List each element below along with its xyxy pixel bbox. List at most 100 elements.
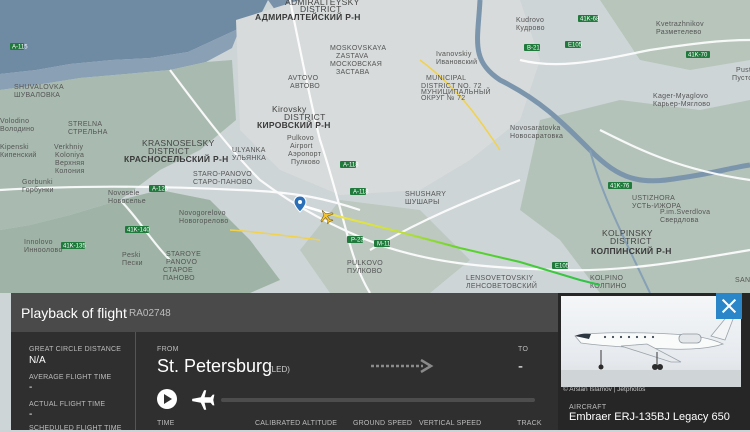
map-label: СТАРОЕ bbox=[163, 267, 193, 274]
map-label: КИРОВСКИЙ Р-Н bbox=[257, 119, 331, 130]
map-label: Аэропорт bbox=[288, 151, 322, 158]
map-label: Кипенский bbox=[0, 151, 37, 159]
map-label: AVTOVO bbox=[288, 75, 319, 82]
svg-text:E105: E105 bbox=[568, 43, 583, 49]
map-label: STRELNA bbox=[68, 121, 102, 128]
from-city: St. Petersburg bbox=[157, 356, 273, 376]
flight-stats: GREAT CIRCLE DISTANCE N/A AVERAGE FLIGHT… bbox=[11, 332, 136, 432]
map-label: Инноолово bbox=[24, 247, 63, 254]
map-label: Новоселье bbox=[108, 198, 146, 205]
map-label: ШУВАЛОВКА bbox=[14, 92, 60, 99]
map-label: Кудрово bbox=[516, 25, 545, 32]
gcd-label: GREAT CIRCLE DISTANCE bbox=[29, 346, 122, 353]
scheduled-time-label: SCHEDULED FLIGHT TIME bbox=[29, 425, 122, 432]
map-label: ОКРУГ № 72 bbox=[421, 95, 465, 102]
aircraft-photo[interactable] bbox=[561, 296, 741, 387]
map-label: LENSOVETOVSKIY bbox=[466, 275, 534, 282]
map-label: STARO-PANOVO bbox=[193, 171, 252, 178]
aircraft-type: Embraer ERJ-135BJ Legacy 650 bbox=[569, 411, 730, 423]
map-label: SHUSHARY bbox=[405, 191, 446, 198]
map-label: SHUVALOVKA bbox=[14, 84, 64, 91]
map-label: MOSKOVSKAYA bbox=[330, 45, 386, 52]
map-label: Volodino bbox=[0, 118, 29, 125]
map-label: ПУЛКОВО bbox=[347, 268, 383, 275]
map-label: Колония bbox=[55, 168, 85, 175]
map-label: УЛЬЯНКА bbox=[232, 155, 266, 162]
svg-text:A-120: A-120 bbox=[152, 187, 169, 193]
map-label: МОСКОВСКАЯ bbox=[330, 61, 382, 68]
map-label: SANT bbox=[735, 277, 750, 284]
map-label: Verkhniy bbox=[54, 144, 83, 151]
map-label: Pulkovo bbox=[287, 135, 314, 142]
play-button[interactable] bbox=[157, 389, 177, 409]
map-label: Kipenski bbox=[0, 144, 29, 151]
map-label: СТАРО-ПАНОВО bbox=[193, 179, 253, 186]
map-label: Koloniya bbox=[55, 152, 84, 159]
map-label: MUNICIPAL bbox=[426, 75, 466, 82]
map-label: Разметелево bbox=[656, 29, 702, 36]
to-value: - bbox=[518, 358, 523, 375]
to-label: TO bbox=[518, 346, 529, 353]
map-label: Новогорелово bbox=[179, 218, 229, 225]
map-label: АДМИРАЛТЕЙСКИЙ Р-Н bbox=[255, 11, 361, 22]
avg-time-label: AVERAGE FLIGHT TIME bbox=[29, 374, 112, 381]
map-label: Kager-Myaglovo bbox=[653, 93, 708, 100]
map-label: Свердлова bbox=[660, 217, 699, 224]
close-icon[interactable] bbox=[716, 293, 742, 319]
map-label: Ivanovskiy bbox=[436, 51, 472, 58]
aircraft-label: AIRCRAFT bbox=[569, 404, 607, 411]
svg-text:41K-70: 41K-70 bbox=[688, 53, 708, 59]
map-label: Airport bbox=[290, 143, 313, 150]
map-label: Novogorelovo bbox=[179, 210, 226, 217]
playback-slider[interactable] bbox=[221, 398, 535, 402]
svg-text:41K-140: 41K-140 bbox=[127, 228, 150, 234]
svg-text:E105: E105 bbox=[555, 264, 570, 270]
actual-time-value: - bbox=[29, 409, 33, 420]
map-label: ЛЕНСОВЕТОВСКИЙ bbox=[466, 281, 537, 290]
map-label: Новосаратовка bbox=[510, 133, 563, 140]
photo-credit: © Arslan Islamov | Jetphotos bbox=[563, 386, 646, 393]
svg-text:A-115: A-115 bbox=[12, 45, 28, 51]
route-section: FROM St. Petersburg (LED) TO - TIME CALI… bbox=[135, 332, 558, 430]
map-label: USTIZHORA bbox=[632, 195, 675, 202]
map-label: Kudrovo bbox=[516, 17, 544, 24]
map-label: КОЛПИНСКИЙ Р-Н bbox=[591, 245, 672, 256]
map-label: ПАНОВО bbox=[163, 275, 195, 282]
map-label: ЗАСТАВА bbox=[336, 69, 370, 76]
playback-panel: Playback of flight RA02748 GREAT CIRCLE … bbox=[11, 293, 558, 432]
map-label: KOLPINO bbox=[590, 275, 623, 282]
svg-text:A-118: A-118 bbox=[343, 163, 359, 169]
map-label: АВТОВО bbox=[290, 83, 320, 90]
gcd-value: N/A bbox=[29, 355, 46, 366]
svg-text:B-21: B-21 bbox=[527, 46, 540, 52]
avg-time-value: - bbox=[29, 382, 33, 393]
col-time: TIME bbox=[157, 420, 175, 427]
map-label: ZASTAVA bbox=[336, 53, 368, 60]
map-label: STAROYE bbox=[166, 251, 201, 258]
svg-text:M-11: M-11 bbox=[377, 242, 391, 248]
aircraft-photo-image bbox=[561, 313, 741, 387]
map-label: Горбунки bbox=[22, 186, 54, 194]
airplane-icon bbox=[192, 390, 215, 410]
actual-time-label: ACTUAL FLIGHT TIME bbox=[29, 401, 106, 408]
map-label: ULYANKA bbox=[232, 147, 266, 154]
flight-registration: RA02748 bbox=[129, 308, 171, 319]
map-label: Peski bbox=[122, 252, 141, 259]
col-calibrated-altitude: CALIBRATED ALTITUDE bbox=[255, 420, 338, 427]
map-label: P.im.Sverdlova bbox=[660, 209, 710, 216]
from-code: (LED) bbox=[269, 365, 290, 374]
map-label: Володино bbox=[0, 126, 34, 133]
map-label: Пусто bbox=[732, 75, 750, 82]
map-label: PANOVO bbox=[166, 259, 197, 266]
from-label: FROM bbox=[157, 346, 179, 353]
map-label: Kvetrazhnikov bbox=[656, 21, 704, 28]
svg-text:P-23: P-23 bbox=[351, 238, 364, 244]
map-label: КРАСНОСЕЛЬСКИЙ Р-Н bbox=[124, 153, 229, 164]
map-label: ШУШАРЫ bbox=[405, 199, 440, 206]
map-label: Карьер-Мяглово bbox=[653, 101, 710, 108]
map-label: Innolovo bbox=[24, 239, 53, 246]
svg-text:41K-68: 41K-68 bbox=[580, 17, 600, 23]
map-label: Верхняя bbox=[55, 160, 84, 167]
col-track: TRACK bbox=[517, 420, 542, 427]
map-label: Novosaratovka bbox=[510, 125, 561, 132]
